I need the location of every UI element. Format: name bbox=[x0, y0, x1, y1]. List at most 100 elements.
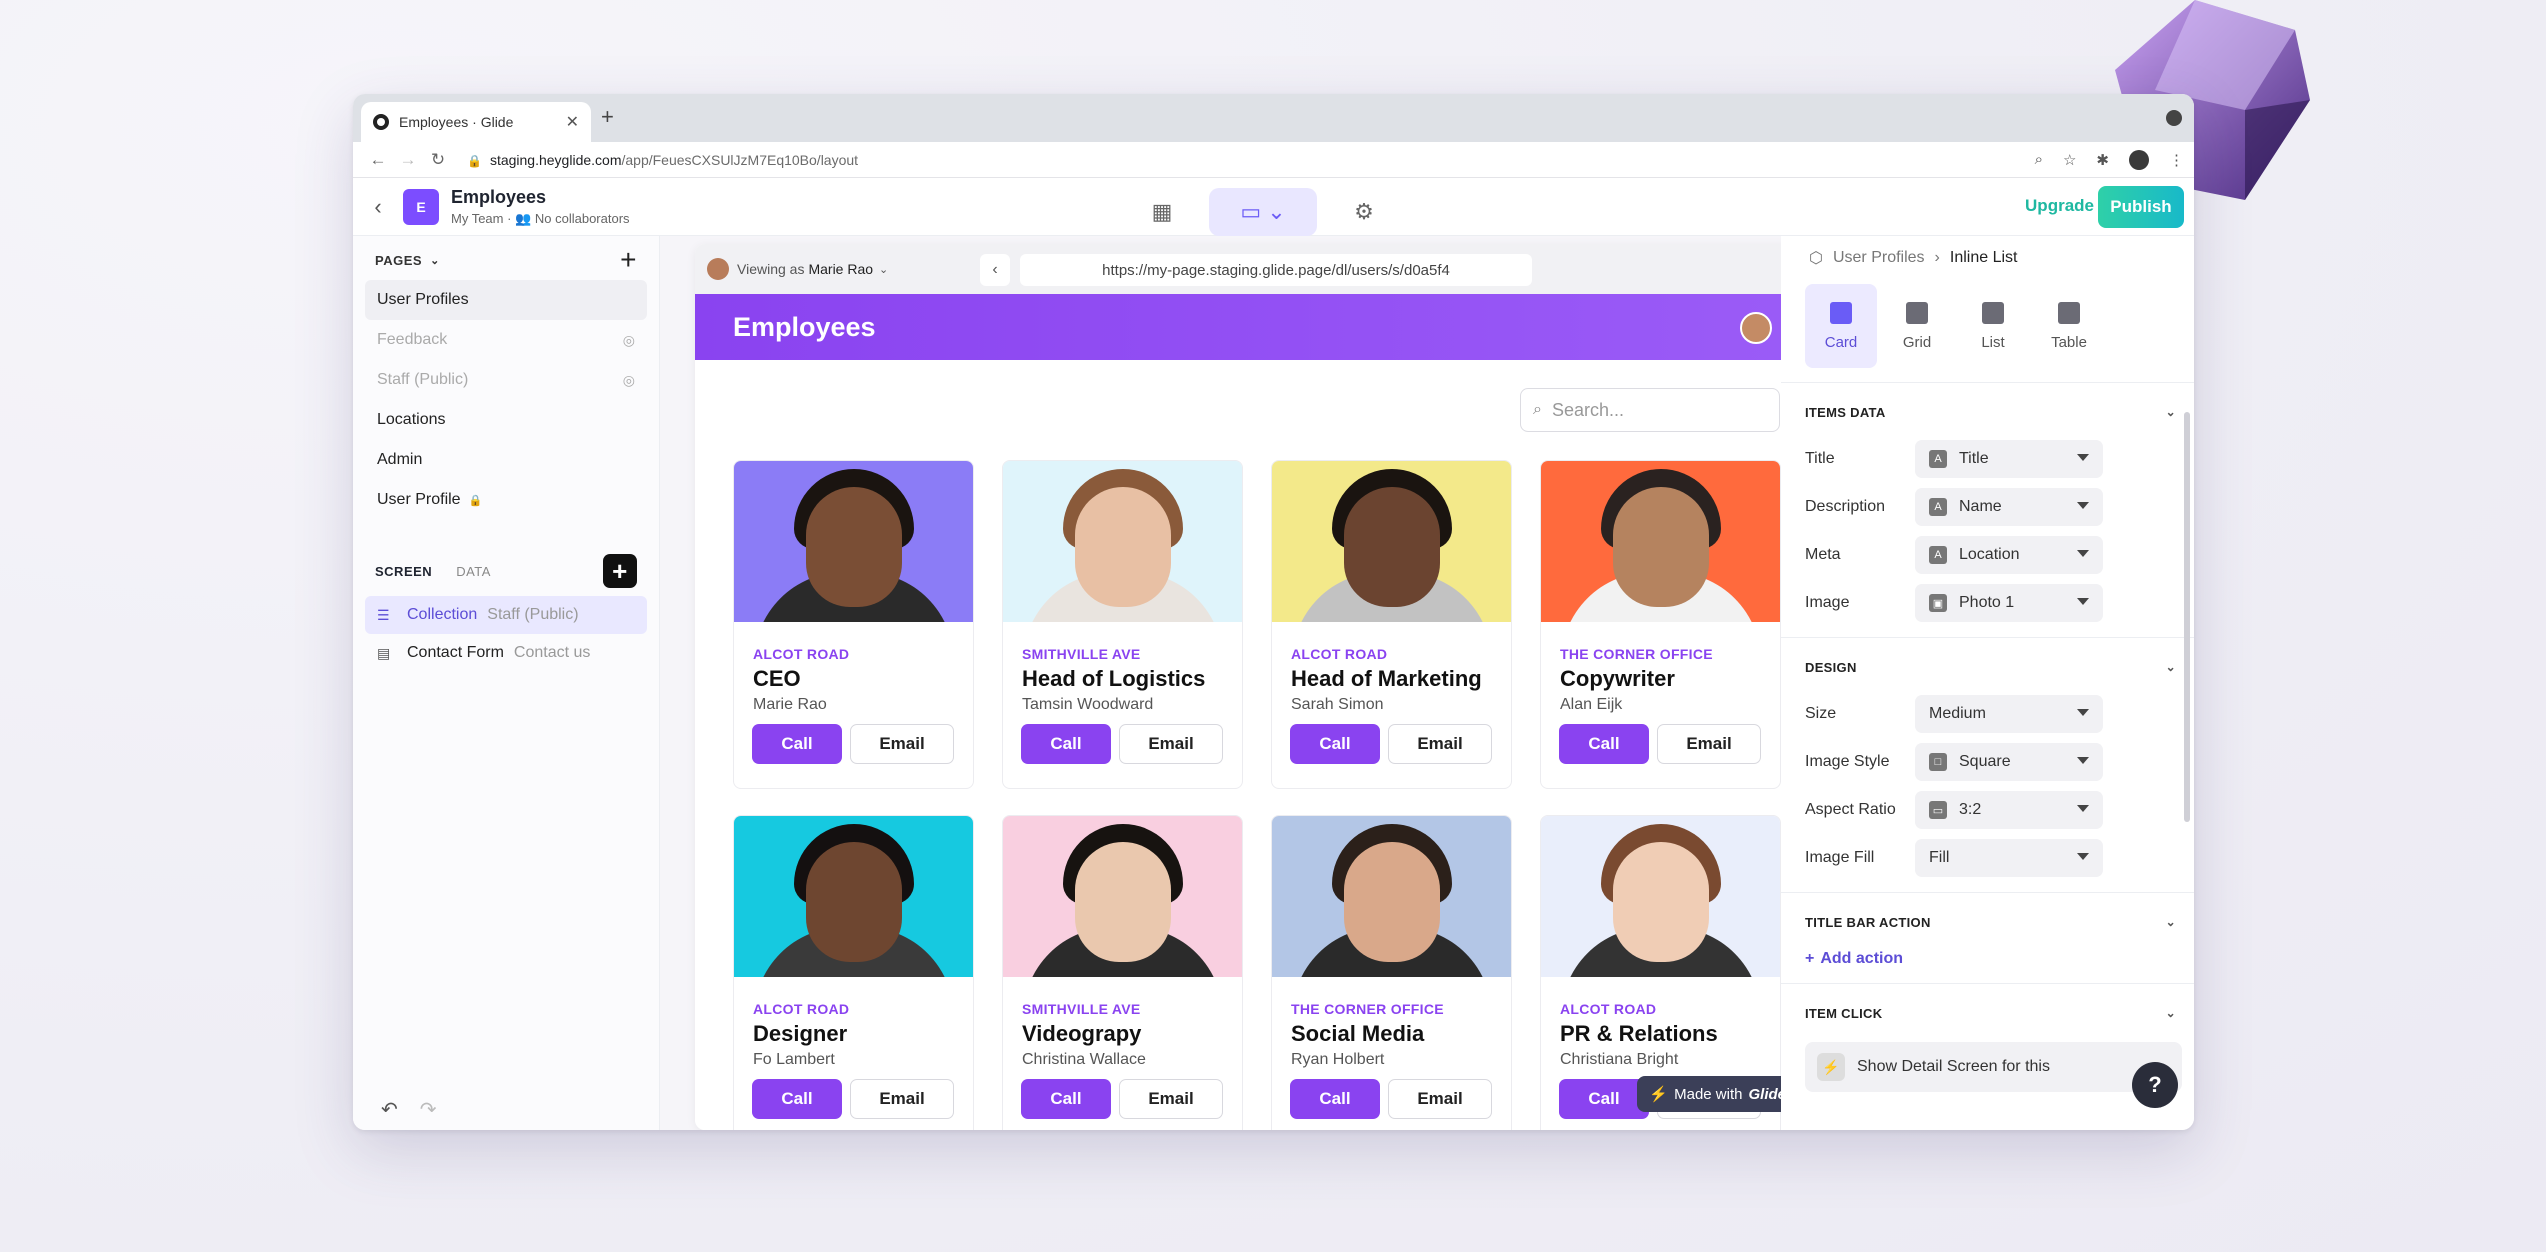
viewing-as-selector[interactable]: Viewing as Marie Rao ⌄ bbox=[707, 258, 888, 280]
tab-data[interactable]: DATA bbox=[456, 564, 491, 579]
page-item[interactable]: Staff (Public) ◎ bbox=[365, 360, 647, 400]
employee-card[interactable]: THE CORNER OFFICE Copywriter Alan Eijk Call… bbox=[1540, 460, 1781, 789]
scrollbar[interactable] bbox=[2184, 412, 2190, 822]
email-button[interactable]: Email bbox=[850, 1079, 954, 1119]
property-value: Location bbox=[1959, 546, 2020, 563]
redo-icon[interactable]: ↷ bbox=[420, 1097, 437, 1122]
layout-editor-icon[interactable]: ▭ ⌄ bbox=[1209, 188, 1317, 236]
call-button[interactable]: Call bbox=[752, 724, 842, 764]
call-button[interactable]: Call bbox=[1021, 724, 1111, 764]
add-page-button[interactable]: + bbox=[620, 246, 637, 274]
call-button[interactable]: Call bbox=[752, 1079, 842, 1119]
employee-card[interactable]: THE CORNER OFFICE Social Media Ryan Holber… bbox=[1271, 815, 1512, 1130]
hidden-eye-icon[interactable]: ◎ bbox=[623, 332, 635, 349]
undo-icon[interactable]: ↶ bbox=[381, 1097, 398, 1122]
property-select[interactable]: A Name bbox=[1915, 488, 2103, 526]
back-chevron-icon[interactable]: ‹ bbox=[353, 194, 403, 220]
property-label: Meta bbox=[1805, 546, 1841, 563]
component-item[interactable]: ▤ Contact Form Contact us bbox=[365, 634, 647, 672]
add-action-label: Add action bbox=[1820, 950, 1904, 967]
employee-card[interactable]: ALCOT ROAD Head of Marketing Sarah Simon Ca… bbox=[1271, 460, 1512, 789]
chevron-down-icon[interactable]: ⌄ bbox=[2166, 1006, 2176, 1020]
data-table-icon[interactable]: ▦ bbox=[1143, 193, 1181, 231]
app-title[interactable]: Employees bbox=[451, 187, 630, 208]
card-title: Head of Logistics bbox=[1022, 666, 1206, 691]
preview-back-button[interactable]: ‹ bbox=[980, 254, 1010, 286]
preview-url[interactable]: https://my-page.staging.glide.page/dl/us… bbox=[1020, 254, 1532, 286]
hidden-eye-icon[interactable]: ◎ bbox=[623, 372, 635, 389]
add-component-button[interactable]: + bbox=[603, 554, 637, 588]
zoom-icon[interactable]: ⌕ bbox=[2035, 151, 2043, 168]
tab-screen[interactable]: SCREEN bbox=[375, 564, 432, 579]
profile-avatar[interactable] bbox=[2129, 149, 2149, 170]
publish-button[interactable]: Publish bbox=[2098, 186, 2184, 228]
layout-card-option[interactable]: Card bbox=[1805, 284, 1877, 368]
page-item[interactable]: Admin bbox=[365, 440, 647, 480]
item-click-action[interactable]: ⚡ Show Detail Screen for this bbox=[1805, 1042, 2182, 1092]
chevron-down-icon[interactable]: ⌄ bbox=[2166, 405, 2176, 419]
employee-card[interactable]: SMITHVILLE AVE Head of Logistics Tamsin Wo… bbox=[1002, 460, 1243, 789]
email-button[interactable]: Email bbox=[1657, 724, 1761, 764]
pages-header[interactable]: PAGES bbox=[375, 253, 422, 268]
page-item[interactable]: User Profile 🔒 bbox=[365, 480, 647, 520]
email-button[interactable]: Email bbox=[1119, 724, 1223, 764]
property-select[interactable]: Fill bbox=[1915, 839, 2103, 877]
employee-card[interactable]: ALCOT ROAD Designer Fo Lambert Call Email bbox=[733, 815, 974, 1130]
email-button[interactable]: Email bbox=[1388, 724, 1492, 764]
call-button[interactable]: Call bbox=[1559, 724, 1649, 764]
caret-down-icon bbox=[2077, 709, 2089, 716]
add-action-button[interactable]: + Add action bbox=[1781, 945, 2194, 973]
reload-icon[interactable]: ↻ bbox=[423, 150, 453, 170]
extensions-icon[interactable]: ✱ bbox=[2096, 151, 2109, 169]
user-avatar[interactable] bbox=[1740, 312, 1772, 344]
search-placeholder: Search... bbox=[1551, 399, 1625, 420]
component-item[interactable]: ☰ Collection Staff (Public) bbox=[365, 596, 647, 634]
window-menu-icon[interactable] bbox=[2166, 110, 2182, 126]
layout-table-option[interactable]: Table bbox=[2033, 284, 2105, 368]
browser-tab[interactable]: Employees · Glide ✕ bbox=[361, 102, 591, 142]
call-button[interactable]: Call bbox=[1559, 1079, 1649, 1119]
property-select[interactable]: Medium bbox=[1915, 695, 2103, 733]
layout-list-option[interactable]: List bbox=[1957, 284, 2029, 368]
url-field[interactable]: 🔒 staging.heyglide.com/app/FeuesCXSUlJzM7… bbox=[467, 152, 2035, 168]
page-item[interactable]: Feedback ◎ bbox=[365, 320, 647, 360]
property-select[interactable]: ▭ 3:2 bbox=[1915, 791, 2103, 829]
search-input[interactable]: ⌕ Search... bbox=[1520, 388, 1780, 432]
email-button[interactable]: Email bbox=[1388, 1079, 1492, 1119]
property-select[interactable]: □ Square bbox=[1915, 743, 2103, 781]
forward-arrow-icon[interactable]: → bbox=[393, 150, 423, 170]
chevron-down-icon[interactable]: ⌄ bbox=[430, 254, 440, 267]
star-icon[interactable]: ☆ bbox=[2063, 151, 2076, 169]
employee-card[interactable]: SMITHVILLE AVE Videograpy Christina Wallac… bbox=[1002, 815, 1243, 1130]
page-item[interactable]: User Profiles bbox=[365, 280, 647, 320]
layout-grid-option[interactable]: Grid bbox=[1881, 284, 1953, 368]
item-click-value: Show Detail Screen for this bbox=[1857, 1058, 2050, 1075]
title-bar-action-header: TITLE BAR ACTION bbox=[1805, 914, 1931, 930]
property-value: Fill bbox=[1929, 849, 1950, 866]
call-button[interactable]: Call bbox=[1290, 724, 1380, 764]
help-button[interactable]: ? bbox=[2132, 1062, 2178, 1108]
settings-gear-icon[interactable]: ⚙ bbox=[1345, 193, 1383, 231]
employee-card[interactable]: ALCOT ROAD CEO Marie Rao Call Email bbox=[733, 460, 974, 789]
chevron-down-icon[interactable]: ⌄ bbox=[2166, 660, 2176, 674]
chevron-down-icon[interactable]: ⌄ bbox=[2166, 915, 2176, 929]
property-select[interactable]: ▣ Photo 1 bbox=[1915, 584, 2103, 622]
email-button[interactable]: Email bbox=[1119, 1079, 1223, 1119]
property-select[interactable]: A Title bbox=[1915, 440, 2103, 478]
browser-menu-icon[interactable]: ⋮ bbox=[2169, 151, 2184, 169]
email-button[interactable]: Email bbox=[850, 724, 954, 764]
layout-label: Grid bbox=[1902, 333, 1932, 351]
upgrade-button[interactable]: Upgrade bbox=[2025, 196, 2094, 216]
card-actions: CallEmail bbox=[1021, 724, 1223, 764]
new-tab-icon[interactable]: + bbox=[601, 104, 614, 130]
type-icon: ▭ bbox=[1929, 801, 1947, 819]
call-button[interactable]: Call bbox=[1021, 1079, 1111, 1119]
close-tab-icon[interactable]: ✕ bbox=[566, 112, 579, 132]
call-button[interactable]: Call bbox=[1290, 1079, 1380, 1119]
breadcrumb-parent[interactable]: User Profiles bbox=[1833, 249, 1925, 267]
back-arrow-icon[interactable]: ← bbox=[363, 150, 393, 170]
card-title: Designer bbox=[753, 1021, 848, 1046]
page-item[interactable]: Locations bbox=[365, 400, 647, 440]
made-with-glide-badge[interactable]: ⚡ Made with Glide bbox=[1637, 1076, 1798, 1112]
property-select[interactable]: A Location bbox=[1915, 536, 2103, 574]
